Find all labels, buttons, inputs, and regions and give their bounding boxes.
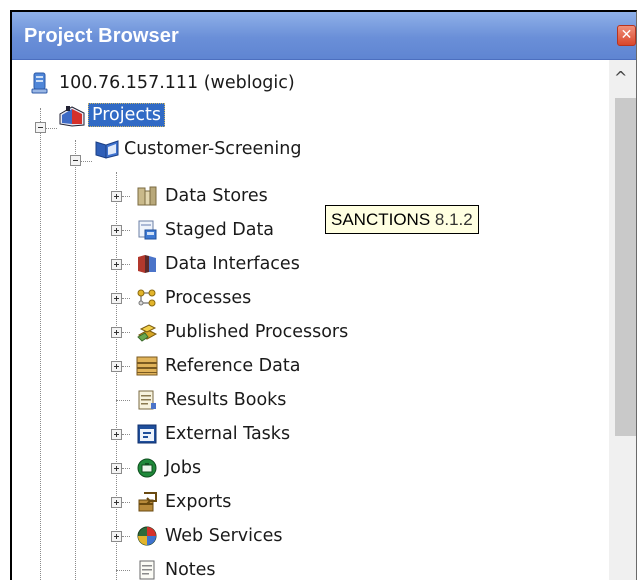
collapse-toggle-project[interactable] bbox=[70, 155, 81, 166]
projects-icon bbox=[58, 104, 86, 127]
tree-node-projects[interactable]: Projects bbox=[58, 100, 165, 130]
item-label: Results Books bbox=[165, 390, 287, 410]
tree-line bbox=[122, 230, 130, 231]
expand-toggle-reference-data[interactable] bbox=[111, 361, 122, 372]
item-label: Published Processors bbox=[165, 322, 349, 342]
tree-line bbox=[122, 468, 130, 469]
tree-node-data-stores[interactable]: Data Stores bbox=[136, 181, 268, 211]
tree-line bbox=[75, 140, 76, 580]
vertical-scrollbar[interactable]: ^ bbox=[609, 60, 636, 580]
expand-toggle-web-services[interactable] bbox=[111, 531, 122, 542]
tree-node-processes[interactable]: Processes bbox=[136, 283, 251, 313]
item-label: Web Services bbox=[165, 526, 283, 546]
panel-titlebar: Project Browser ✕ bbox=[12, 12, 636, 60]
projects-label: Projects bbox=[88, 103, 165, 127]
expand-toggle-external-tasks[interactable] bbox=[111, 429, 122, 440]
item-label: Exports bbox=[165, 492, 232, 512]
item-label: Jobs bbox=[165, 458, 202, 478]
tooltip-name: SANCTIONS bbox=[331, 210, 431, 229]
tree-node-reference-data[interactable]: Reference Data bbox=[136, 351, 300, 381]
item-label: Notes bbox=[165, 560, 216, 580]
item-label: Reference Data bbox=[165, 356, 301, 376]
notes-icon bbox=[136, 559, 158, 580]
tree-line bbox=[122, 196, 130, 197]
panel-title: Project Browser bbox=[24, 25, 179, 47]
exports-icon bbox=[136, 491, 158, 513]
tree-line bbox=[122, 434, 130, 435]
item-label: Staged Data bbox=[165, 220, 275, 240]
tree-node-results-books[interactable]: Results Books bbox=[136, 385, 286, 415]
tree-line bbox=[116, 400, 130, 401]
external-tasks-icon bbox=[136, 423, 158, 445]
tree-line bbox=[122, 366, 130, 367]
published-processors-icon bbox=[136, 321, 158, 343]
tree-node-customer-screening[interactable]: Customer-Screening bbox=[94, 134, 301, 164]
reference-data-icon bbox=[136, 355, 158, 377]
item-label: Data Stores bbox=[165, 186, 268, 206]
data-stores-icon bbox=[136, 185, 158, 207]
tree-node-data-interfaces[interactable]: Data Interfaces bbox=[136, 249, 300, 279]
tree-line bbox=[122, 502, 130, 503]
server-icon bbox=[30, 72, 52, 94]
tree-node-external-tasks[interactable]: External Tasks bbox=[136, 419, 290, 449]
scroll-up-icon[interactable]: ^ bbox=[614, 68, 627, 87]
item-label: External Tasks bbox=[165, 424, 291, 444]
processes-icon bbox=[136, 287, 158, 309]
tree-line bbox=[122, 264, 130, 265]
tree-node-server[interactable]: 100.76.157.111 (weblogic) bbox=[30, 68, 295, 98]
expand-toggle-exports[interactable] bbox=[111, 497, 122, 508]
tree-node-staged-data[interactable]: Staged Data bbox=[136, 215, 274, 245]
expand-toggle-data-interfaces[interactable] bbox=[111, 259, 122, 270]
tree-node-jobs[interactable]: Jobs bbox=[136, 453, 201, 483]
collapse-toggle-projects[interactable] bbox=[35, 122, 46, 133]
tree-node-exports[interactable]: Exports bbox=[136, 487, 231, 517]
close-icon[interactable]: ✕ bbox=[617, 25, 636, 46]
version-tooltip: SANCTIONS 8.1.2 bbox=[325, 205, 479, 234]
tree-line bbox=[80, 161, 92, 162]
item-label: Processes bbox=[165, 288, 252, 308]
expand-toggle-staged-data[interactable] bbox=[111, 225, 122, 236]
project-tree: 100.76.157.111 (weblogic) Projects Custo… bbox=[12, 60, 609, 580]
scrollbar-thumb[interactable] bbox=[615, 98, 636, 436]
project-browser-panel: Project Browser ✕ 100.76.157.111 (weblog… bbox=[10, 10, 637, 580]
expand-toggle-published-processors[interactable] bbox=[111, 327, 122, 338]
project-label: Customer-Screening bbox=[124, 139, 302, 159]
expand-toggle-processes[interactable] bbox=[111, 293, 122, 304]
data-interfaces-icon bbox=[136, 253, 158, 275]
tree-line bbox=[122, 536, 130, 537]
tree-node-notes[interactable]: Notes bbox=[136, 555, 216, 580]
expand-toggle-jobs[interactable] bbox=[111, 463, 122, 474]
tree-node-web-services[interactable]: Web Services bbox=[136, 521, 283, 551]
expand-toggle-data-stores[interactable] bbox=[111, 191, 122, 202]
results-books-icon bbox=[136, 389, 158, 411]
tooltip-version: 8.1.2 bbox=[434, 210, 473, 229]
staged-data-icon bbox=[136, 219, 158, 241]
book-icon bbox=[94, 138, 120, 160]
tree-line bbox=[116, 570, 130, 571]
server-label: 100.76.157.111 (weblogic) bbox=[59, 73, 295, 93]
jobs-icon bbox=[136, 457, 158, 479]
tree-line bbox=[122, 298, 130, 299]
tree-node-published-processors[interactable]: Published Processors bbox=[136, 317, 348, 347]
web-services-icon bbox=[136, 525, 158, 547]
tree-line bbox=[45, 128, 57, 129]
tree-line bbox=[40, 108, 41, 580]
item-label: Data Interfaces bbox=[165, 254, 300, 274]
tree-line bbox=[122, 332, 130, 333]
